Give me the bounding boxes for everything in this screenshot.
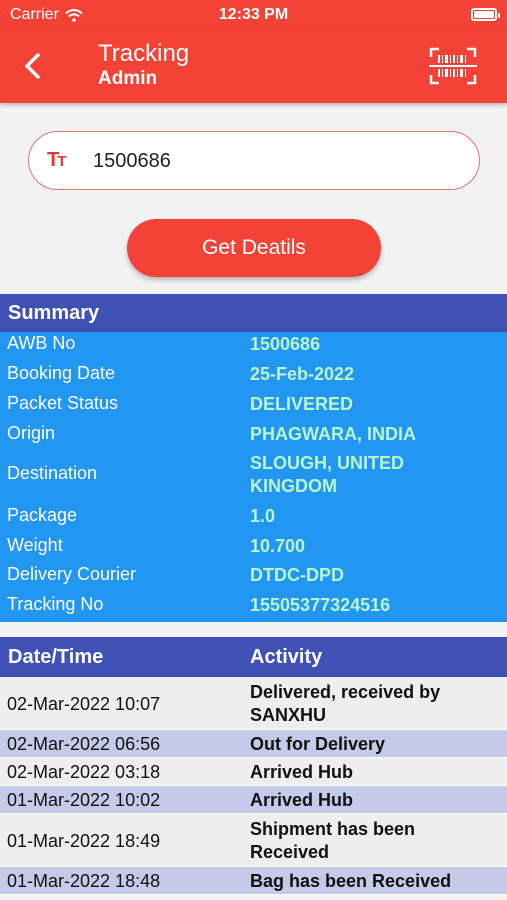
scan-barcode-button[interactable] bbox=[427, 44, 479, 88]
app-bar: Tracking Admin bbox=[0, 30, 507, 103]
get-details-button[interactable]: Get Deatils bbox=[127, 219, 381, 277]
table-row: 02-Mar-2022 06:56 Out for Delivery bbox=[0, 730, 507, 758]
summary-value: 1.0 bbox=[250, 506, 276, 526]
chevron-left-icon bbox=[25, 53, 40, 79]
summary-value: 1500686 bbox=[250, 334, 321, 354]
page-title: Tracking bbox=[98, 40, 190, 67]
table-row: 01-Mar-2022 18:48 Bag has been Received bbox=[0, 867, 507, 895]
row-activity: Out for Delivery bbox=[250, 734, 386, 754]
summary-label: Tracking No bbox=[7, 594, 104, 614]
summary-label: Package bbox=[7, 505, 78, 525]
row-datetime: 01-Mar-2022 10:02 bbox=[7, 790, 161, 810]
row-activity: Shipment has been Received bbox=[250, 819, 416, 862]
page-subtitle: Admin bbox=[98, 68, 158, 89]
summary-value: 15505377324516 bbox=[250, 595, 391, 615]
summary-table: AWB No 1500686 Booking Date 25-Feb-2022 … bbox=[0, 332, 507, 622]
row-datetime: 01-Mar-2022 18:48 bbox=[7, 871, 161, 891]
summary-value: DELIVERED bbox=[250, 394, 354, 414]
column-header-datetime: Date/Time bbox=[8, 646, 104, 668]
row-datetime: 02-Mar-2022 06:56 bbox=[7, 734, 161, 754]
table-row: 02-Mar-2022 10:07 Delivered, received by… bbox=[0, 677, 507, 730]
row-datetime: 01-Mar-2022 18:49 bbox=[7, 831, 161, 851]
tracking-number-input[interactable] bbox=[93, 144, 463, 178]
row-datetime: 02-Mar-2022 10:07 bbox=[7, 694, 161, 714]
back-button[interactable] bbox=[12, 44, 52, 88]
summary-label: Weight bbox=[7, 535, 63, 555]
summary-label: Packet Status bbox=[7, 393, 119, 413]
row-datetime: 02-Mar-2022 03:18 bbox=[7, 762, 161, 782]
column-header-activity: Activity bbox=[250, 646, 323, 668]
table-row: 01-Mar-2022 18:49 Shipment has been Rece… bbox=[0, 814, 507, 867]
row-activity: Arrived Hub bbox=[250, 790, 354, 810]
summary-value: DTDC-DPD bbox=[250, 565, 344, 585]
tracking-number-field[interactable]: TT bbox=[28, 131, 480, 190]
summary-label: Delivery Courier bbox=[7, 564, 137, 584]
summary-value: PHAGWARA, INDIA bbox=[250, 424, 416, 444]
row-activity: Delivered, received by SANXHU bbox=[250, 682, 441, 725]
summary-title: Summary bbox=[0, 294, 507, 332]
summary-label: Destination bbox=[7, 463, 98, 483]
row-activity: Arrived Hub bbox=[250, 762, 354, 782]
row-activity: Bag has been Received bbox=[250, 871, 452, 891]
summary-value: 10.700 bbox=[250, 536, 306, 556]
summary-value: SLOUGH, UNITED KINGDOM bbox=[250, 453, 405, 496]
summary-label: Origin bbox=[7, 423, 56, 443]
table-row: 01-Mar-2022 10:02 Arrived Hub bbox=[0, 786, 507, 814]
summary-label: Booking Date bbox=[7, 363, 116, 383]
summary-value: 25-Feb-2022 bbox=[250, 364, 355, 384]
status-bar: Carrier 12:33 PM bbox=[0, 0, 507, 30]
summary-label: AWB No bbox=[7, 333, 76, 353]
text-format-icon: TT bbox=[47, 149, 66, 171]
table-row: 02-Mar-2022 03:18 Arrived Hub bbox=[0, 758, 507, 786]
activity-table-header: Date/Time Activity bbox=[0, 637, 507, 677]
battery-icon bbox=[471, 8, 500, 21]
header-titles: Tracking Admin bbox=[98, 40, 189, 90]
clock: 12:33 PM bbox=[218, 6, 289, 23]
barcode-scan-icon bbox=[429, 47, 477, 85]
